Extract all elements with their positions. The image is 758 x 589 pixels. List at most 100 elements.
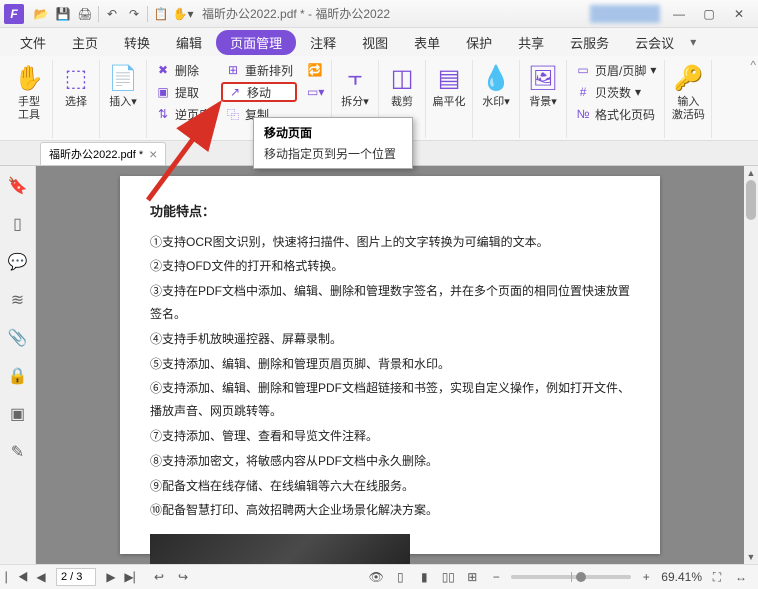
menu-云服务[interactable]: 云服务 xyxy=(558,29,621,56)
doc-line: ①支持OCR图文识别，快速将扫描件、图片上的文字转换为可编辑的文本。 xyxy=(150,231,630,254)
background-icon: 🖼 xyxy=(528,62,558,94)
rearrange-button[interactable]: ⊞重新排列 xyxy=(221,60,297,80)
extract-button[interactable]: ▣提取 xyxy=(151,82,215,102)
menu-云会议[interactable]: 云会议 xyxy=(623,29,686,56)
tooltip-move-page: 移动页面 移动指定页到另一个位置 xyxy=(253,117,413,169)
reverse-button[interactable]: ⇅逆页序 xyxy=(151,104,215,124)
key-icon: 🔑 xyxy=(673,62,703,94)
blurred-region xyxy=(590,5,660,23)
activation-button[interactable]: 🔑 输入 激活码 xyxy=(669,60,707,124)
scroll-track[interactable] xyxy=(744,180,758,550)
zoom-slider[interactable] xyxy=(511,575,631,579)
zoom-in-icon[interactable]: + xyxy=(637,568,655,586)
facing-icon[interactable]: ▯▯ xyxy=(439,568,457,586)
scroll-up-icon[interactable]: ▲ xyxy=(747,166,756,180)
page-input[interactable] xyxy=(56,568,96,586)
doc-line: ⑤支持添加、编辑、删除和管理页眉页脚、背景和水印。 xyxy=(150,353,630,376)
read-mode-icon[interactable]: 👁 xyxy=(367,568,385,586)
split-button[interactable]: ⫟ 拆分▾ xyxy=(336,60,374,111)
header-footer-button[interactable]: ▭页眉/页脚 ▾ xyxy=(571,60,660,80)
close-button[interactable]: ✕ xyxy=(724,2,754,26)
fit-width-icon[interactable]: ↔ xyxy=(732,568,750,586)
menu-转换[interactable]: 转换 xyxy=(112,29,162,56)
last-page-icon[interactable]: ▶⎸ xyxy=(126,568,144,586)
first-page-icon[interactable]: ⎸◀ xyxy=(8,568,26,586)
rearrange-icon: ⊞ xyxy=(225,63,241,77)
bates-button[interactable]: #贝茨数 ▾ xyxy=(571,82,660,102)
scroll-down-icon[interactable]: ▼ xyxy=(747,550,756,564)
doc-heading: 功能特点： xyxy=(150,200,630,225)
save-icon[interactable]: 💾 xyxy=(52,3,74,25)
doc-line: ③支持在PDF文档中添加、编辑、删除和管理数字签名，并在多个页面的相同位置快速放… xyxy=(150,280,630,326)
flatten-button[interactable]: ▤ 扁平化 xyxy=(430,60,468,111)
continuous-facing-icon[interactable]: ⊞ xyxy=(463,568,481,586)
move-icon: ↗ xyxy=(227,85,243,99)
menu-视图[interactable]: 视图 xyxy=(350,29,400,56)
comments-icon[interactable]: 💬 xyxy=(6,250,30,274)
menu-共享[interactable]: 共享 xyxy=(506,29,556,56)
fields-icon[interactable]: ▣ xyxy=(6,402,30,426)
menu-保护[interactable]: 保护 xyxy=(454,29,504,56)
menu-页面管理[interactable]: 页面管理 xyxy=(216,30,296,55)
select-button[interactable]: ⬚ 选择 xyxy=(57,60,95,111)
hand-icon[interactable]: ✋▾ xyxy=(172,3,194,25)
menu-文件[interactable]: 文件 xyxy=(8,29,58,56)
doc-line: ④支持手机放映遥控器、屏幕录制。 xyxy=(150,328,630,351)
signature-icon[interactable]: ✎ xyxy=(6,440,30,464)
header-icon: ▭ xyxy=(575,63,591,77)
menu-编辑[interactable]: 编辑 xyxy=(164,29,214,56)
fit-page-icon[interactable]: ⛶ xyxy=(708,568,726,586)
split-icon: ⫟ xyxy=(348,62,363,94)
maximize-button[interactable]: ▢ xyxy=(694,2,724,26)
single-page-icon[interactable]: ▯ xyxy=(391,568,409,586)
document-viewport[interactable]: 功能特点： ①支持OCR图文识别，快速将扫描件、图片上的文字转换为可编辑的文本。… xyxy=(36,166,744,564)
duplicate-icon: ⿻ xyxy=(225,106,241,123)
minimize-button[interactable]: — xyxy=(664,2,694,26)
doc-line: ⑧支持添加密文，将敏感内容从PDF文档中永久删除。 xyxy=(150,450,630,473)
document-tab[interactable]: 福昕办公2022.pdf * × xyxy=(40,142,166,165)
menu-注释[interactable]: 注释 xyxy=(298,29,348,56)
vertical-scrollbar[interactable]: ▲ ▼ xyxy=(744,166,758,564)
attachments-icon[interactable]: 📎 xyxy=(6,326,30,350)
jump-back-icon[interactable]: ↩ xyxy=(150,568,168,586)
insert-button[interactable]: 📄 插入▾ xyxy=(104,60,142,111)
open-icon[interactable]: 📂 xyxy=(30,3,52,25)
doc-line: ⑥支持添加、编辑、删除和管理PDF文档超链接和书签，实现自定义操作，例如打开文件… xyxy=(150,377,630,423)
jump-forward-icon[interactable]: ↪ xyxy=(174,568,192,586)
zoom-thumb[interactable] xyxy=(576,572,586,582)
extract-icon: ▣ xyxy=(155,85,171,99)
scroll-thumb[interactable] xyxy=(746,180,756,220)
pages-icon[interactable]: ▯ xyxy=(6,212,30,236)
prev-page-icon[interactable]: ◀ xyxy=(32,568,50,586)
clipboard-icon[interactable]: 📋 xyxy=(150,3,172,25)
insert-icon: 📄 xyxy=(108,62,138,94)
dropdown-button[interactable]: ▭▾ xyxy=(303,82,327,102)
continuous-icon[interactable]: ▮ xyxy=(415,568,433,586)
undo-icon[interactable]: ↶ xyxy=(101,3,123,25)
move-button[interactable]: ↗移动 xyxy=(221,82,297,102)
doc-line: ⑨配备文档在线存储、在线编辑等六大在线服务。 xyxy=(150,475,630,498)
security-icon[interactable]: 🔒 xyxy=(6,364,30,388)
pageno-icon: № xyxy=(575,107,591,121)
watermark-button[interactable]: 💧 水印▾ xyxy=(477,60,515,111)
replace-button[interactable]: 🔁 xyxy=(303,60,327,80)
format-pageno-button[interactable]: №格式化页码 xyxy=(571,104,660,124)
menu-overflow-icon[interactable]: ▾ xyxy=(690,35,696,49)
bookmark-icon[interactable]: 🔖 xyxy=(6,174,30,198)
redo-icon[interactable]: ↷ xyxy=(123,3,145,25)
tab-close-icon[interactable]: × xyxy=(149,146,157,162)
title-bar: F 📂 💾 🖨 ↶ ↷ 📋 ✋▾ 福昕办公2022.pdf * - 福昕办公20… xyxy=(0,0,758,28)
next-page-icon[interactable]: ▶ xyxy=(102,568,120,586)
delete-button[interactable]: ✖删除 xyxy=(151,60,215,80)
crop-button[interactable]: ◫ 裁剪 xyxy=(383,60,421,111)
background-button[interactable]: 🖼 背景▾ xyxy=(524,60,562,111)
watermark-icon: 💧 xyxy=(481,62,511,94)
ribbon-collapse-icon[interactable]: ^ xyxy=(750,58,756,72)
menu-主页[interactable]: 主页 xyxy=(60,29,110,56)
menu-表单[interactable]: 表单 xyxy=(402,29,452,56)
print-icon[interactable]: 🖨 xyxy=(74,3,96,25)
bates-icon: # xyxy=(575,85,591,99)
hand-tool-button[interactable]: ✋ 手型 工具 xyxy=(10,60,48,124)
zoom-out-icon[interactable]: − xyxy=(487,568,505,586)
layers-icon[interactable]: ≋ xyxy=(6,288,30,312)
